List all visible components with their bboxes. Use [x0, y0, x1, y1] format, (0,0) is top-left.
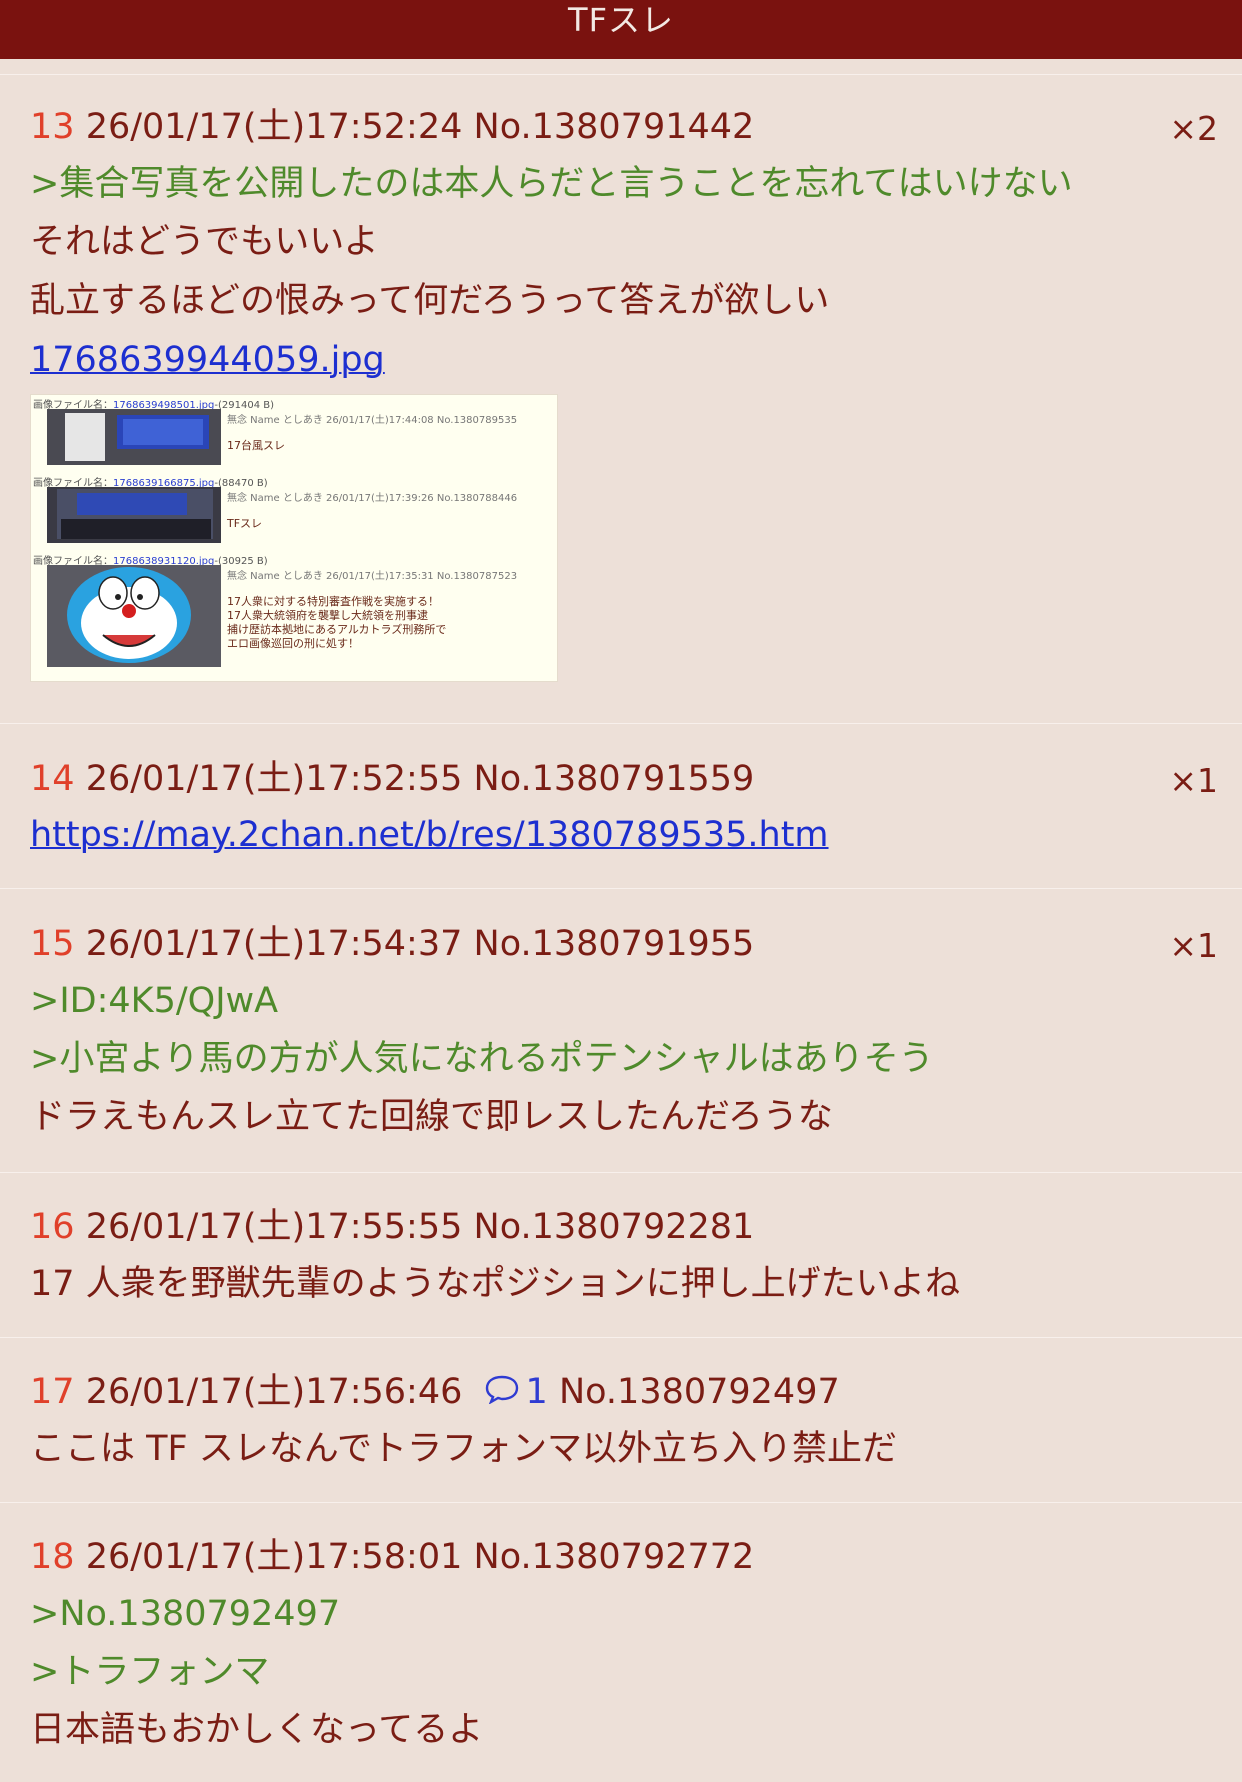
quote-line: >小宮より馬の方が人気になれるポテンシャルはありそう	[30, 1039, 934, 1079]
reply-count-link[interactable]: 1	[526, 1372, 548, 1412]
screenshot-image	[47, 409, 221, 465]
body-line: 日本語もおかしくなってるよ	[30, 1710, 484, 1750]
doraemon-image	[47, 565, 221, 667]
body-line: ここは TF スレなんでトラフォンマ以外立ち入り禁止だ	[30, 1429, 898, 1469]
post-meta[interactable]: 26/01/17(土)17:58:01 No.1380792772	[86, 1537, 755, 1577]
post-number[interactable]: 18	[30, 1537, 75, 1577]
body-line: 乱立するほどの恨みって何だろうって答えが欲しい	[30, 281, 830, 321]
image-file-link[interactable]: 1768639944059.jpg	[30, 331, 385, 389]
body-line: それはどうでもいいよ	[30, 222, 379, 262]
thumb-meta: 無念 Name としあき 26/01/17(土)17:35:31 No.1380…	[227, 571, 518, 582]
post-meta[interactable]: 26/01/17(土)17:52:55 No.1380791559	[86, 759, 755, 799]
reply-count[interactable]: ×2	[1169, 100, 1218, 158]
thumb-entry: 画像ファイル名：1768639166875.jpg-(88470 B) 無念 N…	[31, 473, 557, 551]
post-header: 18 26/01/17(土)17:58:01 No.1380792772	[30, 1528, 754, 1586]
thumb-text: 捕け歴訪本拠地にあるアルカトラズ刑務所で	[227, 623, 447, 636]
thumb-text: 17台風スレ	[227, 439, 285, 452]
post-number[interactable]: 14	[30, 759, 75, 799]
caption-size: -(30925 B)	[214, 556, 268, 567]
thread-title-bar: TFスレ	[0, 0, 1242, 59]
quote-line: >No.1380792497	[30, 1594, 341, 1634]
post-header: 17 26/01/17(土)17:56:46 1 No.1380792497	[30, 1363, 840, 1421]
reply-count[interactable]: ×1	[1169, 752, 1218, 810]
reply-count[interactable]: ×1	[1169, 917, 1218, 975]
body-line: 17 人衆を野獣先輩のようなポジションに押し上げたいよね	[30, 1264, 960, 1304]
thumb-text: TFスレ	[227, 517, 263, 530]
quote-line: >集合写真を公開したのは本人らだと言うことを忘れてはいけない	[30, 164, 1073, 204]
thread-link[interactable]: https://may.2chan.net/b/res/1380789535.h…	[30, 806, 829, 864]
post-header: 15 26/01/17(土)17:54:37 No.1380791955	[30, 915, 754, 973]
thumb-entry: 画像ファイル名：1768638931120.jpg-(30925 B) 無念 N…	[31, 551, 557, 681]
screenshot-image	[47, 487, 221, 543]
post-meta[interactable]: 26/01/17(土)17:54:37 No.1380791955	[86, 924, 755, 964]
caption-size: -(88470 B)	[214, 478, 268, 489]
thumb-entry: 画像ファイル名：1768639498501.jpg-(291404 B) 無念 …	[31, 395, 557, 473]
post-meta[interactable]: 26/01/17(土)17:52:24 No.1380791442	[86, 107, 755, 147]
thumb-text: 17人衆に対する特別審査作戦を実施する！	[227, 595, 439, 608]
caption-size: -(291404 B)	[214, 400, 274, 411]
post-header: 16 26/01/17(土)17:55:55 No.1380792281	[30, 1198, 754, 1256]
header-spacer	[0, 59, 1242, 75]
thread-title: TFスレ	[568, 1, 674, 39]
quote-line: >ID:4K5/QJwA	[30, 981, 279, 1021]
post-number[interactable]: 15	[30, 924, 75, 964]
image-thumbnail[interactable]: 画像ファイル名：1768639498501.jpg-(291404 B) 無念 …	[30, 394, 558, 682]
post-number[interactable]: 17	[30, 1372, 75, 1412]
thumb-text: 17人衆大統領府を襲撃し大統領を刑事逮	[227, 609, 428, 622]
post-number[interactable]: 16	[30, 1207, 75, 1247]
body-line: ドラえもんスレ立てた回線で即レスしたんだろうな	[30, 1097, 833, 1137]
thumb-meta: 無念 Name としあき 26/01/17(土)17:39:26 No.1380…	[227, 493, 518, 504]
post-header: 14 26/01/17(土)17:52:55 No.1380791559	[30, 750, 754, 808]
post-header: 13 26/01/17(土)17:52:24 No.1380791442	[30, 98, 754, 156]
post-meta[interactable]: 26/01/17(土)17:55:55 No.1380792281	[86, 1207, 755, 1247]
post-number-id[interactable]: No.1380792497	[559, 1372, 840, 1412]
post-number[interactable]: 13	[30, 107, 75, 147]
post-date[interactable]: 26/01/17(土)17:56:46	[86, 1372, 463, 1412]
speech-bubble-icon[interactable]	[484, 1364, 520, 1422]
thumb-text: エロ画像巡回の刑に処す！	[227, 637, 359, 650]
thumb-meta: 無念 Name としあき 26/01/17(土)17:44:08 No.1380…	[227, 415, 518, 426]
quote-line: >トラフォンマ	[30, 1652, 270, 1692]
